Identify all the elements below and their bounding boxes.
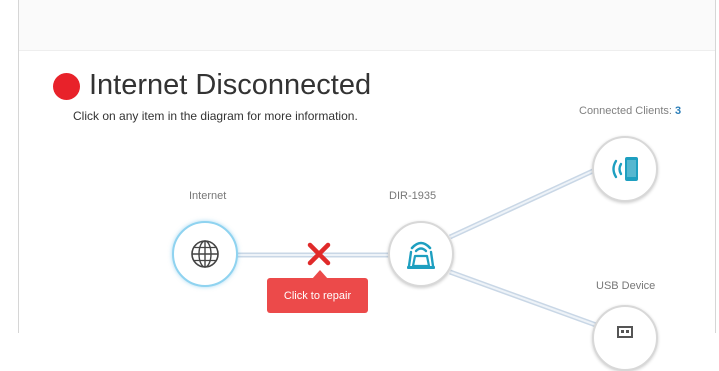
globe-icon [191,240,219,268]
usb-device-label: USB Device [596,280,656,292]
usb-device-node[interactable] [592,305,658,371]
router-label: DIR-1935 [389,190,437,202]
disconnected-x-icon [307,242,331,266]
router-usb-link-highlight [449,271,597,326]
usb-icon [617,326,633,338]
router-client-link-highlight [449,169,596,238]
router-node[interactable] [388,221,454,287]
tablet-wireless-icon [612,157,638,181]
internet-node[interactable] [172,221,238,287]
client-device-node[interactable] [592,136,658,202]
router-icon [407,241,435,269]
internet-label: Internet [189,190,227,202]
click-to-repair-button[interactable]: Click to repair [267,278,368,313]
